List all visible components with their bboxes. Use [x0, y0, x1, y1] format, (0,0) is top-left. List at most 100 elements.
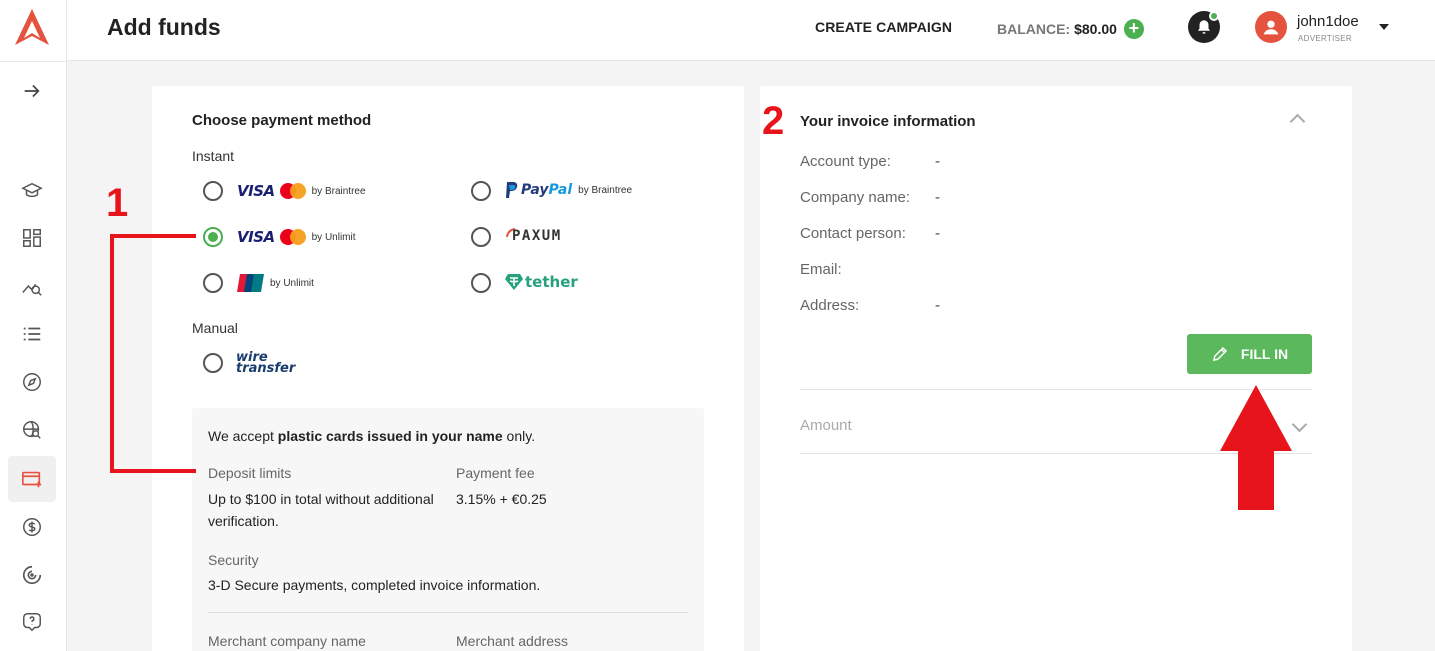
merchant-company-label: Merchant company name — [208, 633, 366, 649]
help-icon — [23, 613, 41, 632]
radio-paypal-braintree[interactable] — [471, 181, 491, 201]
security-label: Security — [208, 552, 259, 568]
card-add-icon — [22, 471, 42, 488]
sidebar-item-academy[interactable] — [8, 168, 56, 214]
deposit-limits-value: Up to $100 in total without additional v… — [208, 491, 434, 529]
payment-method-card: Choose payment method Instant VISA by Br… — [152, 86, 744, 651]
invoice-card: Your invoice information Account type: -… — [760, 86, 1352, 651]
annotation-step-1: 1 — [106, 181, 129, 225]
sidebar-item-traffic-search[interactable] — [8, 407, 56, 453]
radio-visa-braintree[interactable] — [203, 181, 223, 201]
provider-label: by Braintree — [578, 184, 633, 196]
visa-unlimit-option[interactable]: VISA by Unlimit — [237, 228, 356, 246]
sidebar-expand-button[interactable] — [8, 68, 56, 114]
dashboard-icon — [23, 229, 41, 247]
bell-icon — [1198, 20, 1210, 34]
provider-label: by Unlimit — [270, 277, 314, 289]
brand-logo[interactable] — [13, 8, 51, 46]
payment-method-title: Choose payment method — [192, 112, 372, 129]
notification-dot — [1209, 11, 1219, 21]
sidebar-item-billing[interactable] — [8, 504, 56, 550]
annotation-up-arrow — [1220, 385, 1292, 510]
radio-visa-unlimit[interactable] — [203, 227, 223, 247]
tether-logo: tether — [525, 273, 578, 291]
card-notice: We accept plastic cards issued in your n… — [208, 428, 536, 444]
arrow-right-icon — [24, 84, 40, 98]
sidebar-item-targeting[interactable] — [8, 552, 56, 598]
graduation-cap-icon — [21, 182, 43, 198]
sidebar-item-explore[interactable] — [8, 359, 56, 405]
paypal-logo: PayPal — [521, 182, 573, 198]
create-campaign-link[interactable]: CREATE CAMPAIGN — [815, 19, 952, 35]
username[interactable]: john1doe — [1297, 13, 1359, 30]
fill-in-label: FILL IN — [1240, 346, 1289, 362]
security-value: 3-D Secure payments, completed invoice i… — [208, 577, 541, 593]
merchant-address-label: Merchant address — [456, 633, 569, 649]
visa-braintree-option[interactable]: VISA by Braintree — [237, 182, 366, 200]
address-label: Address: — [800, 297, 860, 314]
top-header: Add funds CREATE CAMPAIGN BALANCE: $80.0… — [67, 0, 1435, 61]
provider-label: by Braintree — [311, 185, 366, 197]
address-value: - — [935, 297, 940, 314]
paypal-icon — [506, 182, 518, 198]
info-divider — [208, 612, 688, 613]
amount-section-header[interactable]: Amount — [800, 417, 852, 434]
balance-label: BALANCE: — [997, 21, 1071, 37]
mastercard-icon — [279, 183, 306, 199]
balance-value: $80.00 — [1074, 21, 1117, 37]
company-name-label: Company name: — [800, 189, 911, 206]
account-type-label: Account type: — [800, 153, 891, 170]
pencil-icon — [1212, 346, 1227, 361]
globe-search-icon — [23, 421, 41, 439]
avatar[interactable] — [1255, 11, 1287, 43]
email-label: Email: — [800, 261, 842, 278]
contact-person-value: - — [935, 225, 940, 242]
paypal-braintree-option[interactable]: PayPal by Braintree — [505, 182, 632, 198]
radio-tether[interactable] — [471, 273, 491, 293]
sidebar-item-analytics[interactable] — [8, 264, 56, 310]
contact-person-label: Contact person: — [800, 225, 906, 242]
page-title: Add funds — [107, 14, 221, 40]
company-name-value: - — [935, 189, 940, 206]
wire-logo-line2: transfer — [236, 361, 296, 376]
instant-label: Instant — [192, 148, 235, 164]
tether-icon — [505, 274, 523, 290]
deposit-limits-label: Deposit limits — [208, 465, 292, 481]
collapse-invoice-icon[interactable] — [1289, 113, 1306, 130]
tether-option[interactable]: tether — [505, 273, 578, 291]
wire-transfer-option[interactable]: wire transfer — [236, 351, 296, 376]
paxum-option[interactable]: PAXUM — [506, 228, 562, 244]
fill-in-button[interactable]: FILL IN — [1187, 334, 1312, 374]
provider-label: by Unlimit — [311, 231, 356, 243]
target-icon — [22, 565, 42, 585]
paxum-logo: PAXUM — [512, 228, 562, 244]
user-role: ADVERTISER — [1298, 34, 1352, 43]
dollar-circle-icon — [23, 518, 41, 536]
radio-wire-transfer[interactable] — [203, 353, 223, 373]
expand-amount-icon[interactable] — [1291, 416, 1308, 433]
account-type-value: - — [935, 153, 940, 170]
sidebar-divider — [0, 61, 67, 62]
sidebar — [0, 0, 67, 651]
radio-unionpay-unlimit[interactable] — [203, 273, 223, 293]
user-icon — [1263, 20, 1279, 35]
list-icon — [23, 327, 41, 341]
sidebar-item-help[interactable] — [8, 599, 56, 645]
visa-logo: VISA — [237, 228, 275, 246]
sidebar-item-campaigns[interactable] — [8, 311, 56, 357]
unionpay-icon — [237, 274, 264, 292]
sidebar-item-add-funds[interactable] — [8, 456, 56, 502]
payment-fee-label: Payment fee — [456, 465, 535, 481]
payment-fee-value: 3.15% + €0.25 — [456, 491, 547, 507]
radio-paxum[interactable] — [471, 227, 491, 247]
payment-info-box: We accept plastic cards issued in your n… — [192, 408, 704, 651]
visa-logo: VISA — [237, 182, 275, 200]
annotation-step-2: 2 — [762, 99, 785, 143]
chart-search-icon — [22, 283, 42, 296]
annotation-bracket — [110, 234, 196, 473]
sidebar-item-dashboard[interactable] — [8, 215, 56, 261]
user-menu-caret-icon[interactable] — [1379, 24, 1389, 30]
balance-display: BALANCE: $80.00 + — [997, 19, 1144, 39]
add-balance-button[interactable]: + — [1123, 19, 1144, 39]
unionpay-unlimit-option[interactable]: by Unlimit — [237, 274, 314, 292]
